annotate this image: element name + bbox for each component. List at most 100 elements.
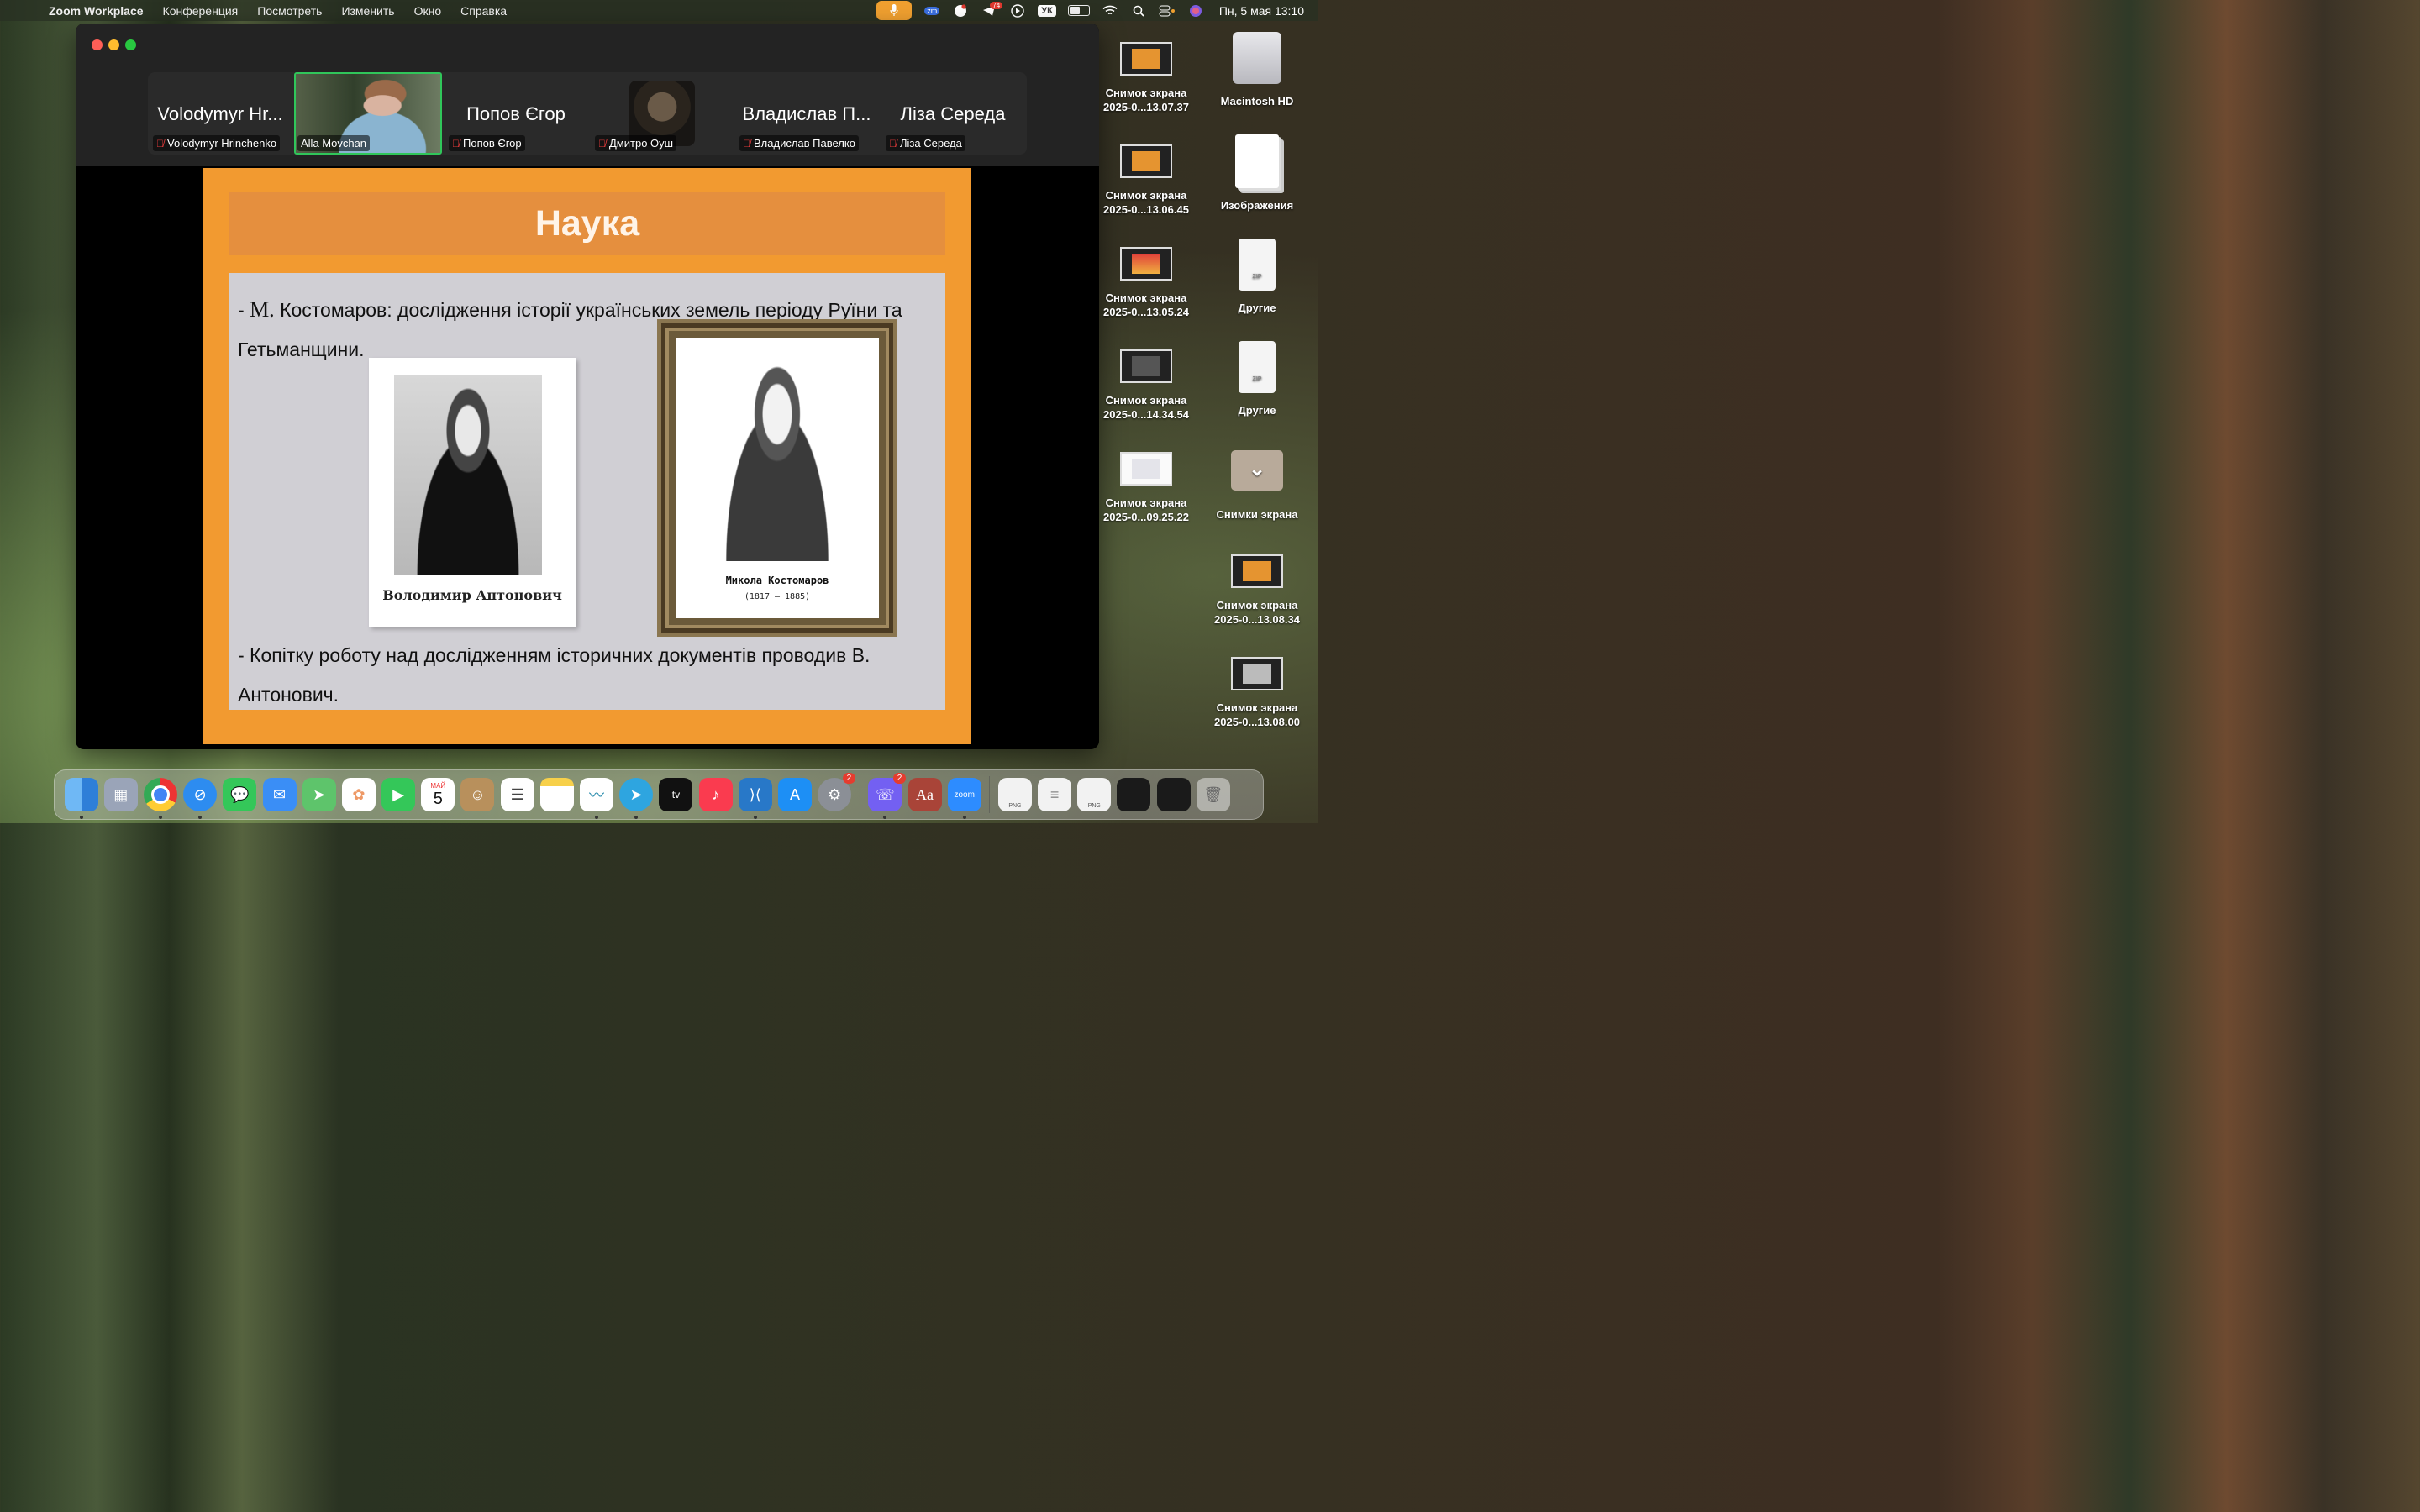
screenshot-thumbnail	[1120, 42, 1172, 76]
status-area: zm 74 УК Пн, 5 мая 13:10	[876, 0, 1304, 21]
finder-icon[interactable]	[64, 778, 98, 819]
file-name-2: 2025-0...14.34.54	[1103, 408, 1189, 421]
control-center-icon[interactable]	[1159, 4, 1176, 18]
menubar-clock[interactable]: Пн, 5 мая 13:10	[1219, 4, 1304, 18]
participant-tile[interactable]: Владислав П... 🎙̸ Владислав Павелко	[734, 72, 879, 155]
file-name: Другие	[1238, 404, 1276, 417]
desktop-screenshot-file[interactable]: Снимок экрана 2025-0...13.08.34	[1207, 554, 1307, 627]
document-stack-icon	[1235, 134, 1279, 188]
mail-icon[interactable]: ✉	[262, 778, 297, 811]
window-thumbnail-icon[interactable]	[1117, 778, 1151, 811]
menu-conference[interactable]: Конференция	[163, 4, 239, 18]
muted-mic-icon: 🎙̸	[598, 137, 606, 150]
desktop-screenshots-stack[interactable]: ⌄ Снимки экрана	[1207, 450, 1307, 522]
spotlight-search-icon[interactable]	[1130, 4, 1147, 18]
telegram-status-icon[interactable]: 74	[981, 1, 1003, 18]
zip-label: ZIP	[1252, 376, 1262, 382]
file-name: Другие	[1238, 302, 1276, 314]
desktop-screenshot-file[interactable]: Снимок экрана 2025-0...13.06.45	[1096, 144, 1197, 217]
desktop-screenshot-file[interactable]: Снимок экрана 2025-0...13.05.24	[1096, 247, 1197, 319]
participant-tile[interactable]: Volodymyr Hr... 🎙̸ Volodymyr Hrinchenko	[148, 72, 292, 155]
participant-display-name: Ліза Середа	[900, 103, 1006, 124]
notes-icon[interactable]	[539, 778, 574, 811]
portrait-photo	[706, 351, 849, 561]
chrome-icon[interactable]	[143, 778, 177, 819]
music-icon[interactable]: ♪	[698, 778, 733, 811]
apple-tv-icon[interactable]: tv	[659, 778, 693, 811]
calendar-month: МАЙ	[430, 781, 446, 790]
close-window-button[interactable]	[92, 39, 103, 50]
notification-badge: 2	[892, 773, 907, 784]
png-file-icon[interactable]: PNG	[997, 778, 1032, 811]
participant-display-name: Владислав П...	[742, 103, 871, 124]
zoom-window-button[interactable]	[125, 39, 136, 50]
telegram-icon[interactable]: ➤	[619, 778, 654, 819]
file-name: Снимок экрана	[1105, 496, 1187, 509]
reminders-icon[interactable]: ☰	[500, 778, 534, 811]
participant-tile[interactable]: Ліза Середа 🎙̸ Ліза Середа	[881, 72, 1025, 155]
zoom-app-icon[interactable]: zoom	[947, 778, 981, 819]
dictionary-label: Aa	[916, 785, 934, 803]
system-settings-icon[interactable]: ⚙ 2	[818, 773, 856, 811]
safari-icon[interactable]: ⊘	[183, 778, 218, 819]
participant-name: Alla Movchan	[301, 137, 367, 150]
wifi-icon[interactable]	[1102, 4, 1118, 18]
menu-view[interactable]: Посмотреть	[257, 4, 322, 18]
file-name-2: 2025-0...13.08.00	[1214, 716, 1300, 728]
app-store-icon[interactable]: A	[777, 778, 812, 811]
maps-icon[interactable]: ➤	[302, 778, 336, 811]
muted-mic-icon: 🎙̸	[156, 137, 164, 150]
window-thumbnail-icon[interactable]	[1156, 778, 1191, 811]
file-name-2: 2025-0...13.08.34	[1214, 613, 1300, 626]
launchpad-icon[interactable]: ▦	[103, 778, 138, 811]
trash-icon[interactable]: 🗑	[1196, 778, 1230, 811]
calendar-icon[interactable]: МАЙ 5	[421, 778, 455, 811]
png-label: PNG	[1008, 803, 1022, 809]
facetime-icon[interactable]: ▶	[381, 778, 416, 811]
png-file-icon[interactable]: PNG	[1077, 778, 1112, 811]
viber-icon[interactable]: ☏ 2	[868, 773, 907, 819]
participant-gallery: Volodymyr Hr... 🎙̸ Volodymyr Hrinchenko A…	[148, 72, 1027, 155]
desktop-screenshot-file[interactable]: Снимок экрана 2025-0...14.34.54	[1096, 349, 1197, 422]
screenshot-thumbnail	[1231, 657, 1283, 690]
participant-tile[interactable]: Попов Єгор 🎙̸ Попов Єгор	[444, 72, 588, 155]
play-status-icon[interactable]	[1009, 3, 1026, 18]
menu-edit[interactable]: Изменить	[341, 4, 394, 18]
desktop-zip-file[interactable]: ZIP Другие	[1207, 239, 1307, 315]
desktop-macintosh-hd[interactable]: Macintosh HD	[1207, 32, 1307, 108]
photos-icon[interactable]: ✿	[341, 778, 376, 811]
input-source[interactable]: УК	[1038, 4, 1056, 17]
screenshot-thumbnail	[1120, 247, 1172, 281]
menu-window[interactable]: Окно	[414, 4, 442, 18]
portrait-years: (1817 – 1885)	[744, 592, 811, 601]
zoom-status-icon[interactable]: zm	[923, 4, 940, 18]
participant-tile-active-speaker[interactable]: Alla Movchan	[294, 72, 442, 155]
participant-tile[interactable]: 🎙̸ Дмитро Оуш	[590, 72, 734, 155]
initial-m: М.	[250, 297, 275, 322]
menu-help[interactable]: Справка	[460, 4, 507, 18]
messages-icon[interactable]: 💬	[223, 778, 257, 811]
desktop-images-folder[interactable]: Изображения	[1207, 134, 1307, 213]
viber-status-icon[interactable]	[952, 3, 969, 18]
desktop-screenshot-file[interactable]: Снимок экрана 2025-0...13.07.37	[1096, 42, 1197, 114]
portrait-antonovych: Володимир Антонович	[369, 358, 576, 627]
siri-icon[interactable]	[1187, 4, 1204, 18]
microphone-icon[interactable]	[876, 1, 913, 20]
dictionary-icon[interactable]: Aa	[908, 778, 942, 811]
desktop-zip-file[interactable]: ZIP Другие	[1207, 341, 1307, 417]
battery-icon[interactable]	[1067, 5, 1090, 16]
bullet-dash: -	[238, 299, 250, 321]
calendar-day: 5	[433, 789, 443, 808]
file-name-2: 2025-0...13.05.24	[1103, 306, 1189, 318]
participant-name: Попов Єгор	[463, 137, 522, 150]
minimize-window-button[interactable]	[108, 39, 119, 50]
desktop-screenshot-file[interactable]: Снимок экрана 2025-0...13.08.00	[1207, 657, 1307, 729]
desktop-screenshot-file[interactable]: Снимок экрана 2025-0...09.25.22	[1096, 452, 1197, 524]
vscode-icon[interactable]: ⟩⟨	[738, 778, 772, 819]
zoom-label: zoom	[954, 790, 975, 800]
contacts-icon[interactable]: ☺	[460, 778, 495, 811]
app-menu[interactable]: Zoom Workplace	[49, 4, 144, 18]
document-icon[interactable]: ≡	[1038, 778, 1072, 811]
freeform-icon[interactable]: 〰	[580, 778, 614, 819]
notification-badge: 2	[842, 773, 856, 784]
